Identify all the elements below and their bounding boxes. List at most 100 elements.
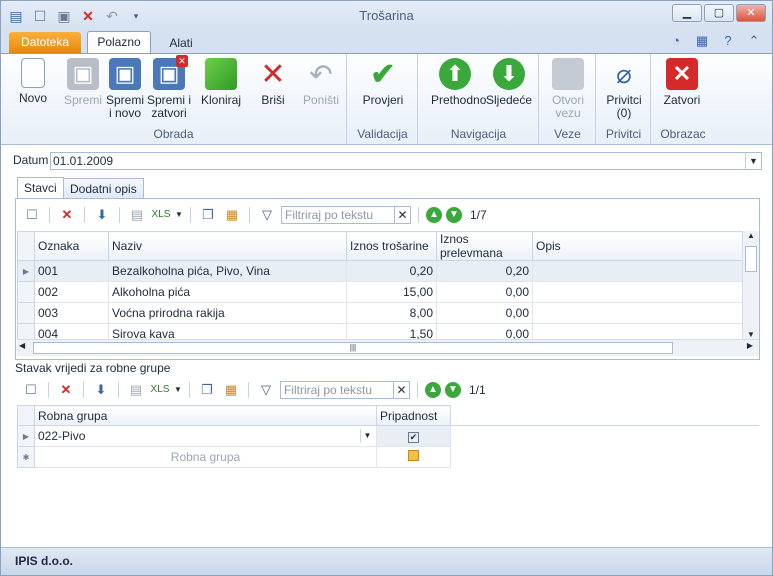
tab-polazno[interactable]: Polazno bbox=[87, 31, 151, 53]
cell-iznos-prelevmana[interactable]: 0,00 bbox=[436, 302, 533, 324]
cell-iznos-trosarine[interactable]: 0,20 bbox=[346, 260, 437, 282]
cell-oznaka[interactable]: 003 bbox=[34, 302, 109, 324]
new-row[interactable]: ✱ Robna grupa bbox=[17, 446, 760, 468]
table-row[interactable]: 002 Alkoholna pića 15,00 0,00 bbox=[17, 281, 743, 303]
scroll-h-thumb[interactable]: ||| bbox=[33, 342, 673, 354]
collapse-ribbon-icon[interactable]: ⌃ bbox=[746, 33, 762, 49]
grid1-horizontal-scrollbar[interactable]: ◀ ||| ▶ bbox=[17, 339, 759, 356]
grid-excel-icon[interactable]: XLS bbox=[150, 380, 170, 400]
cell-iznos-prelevmana[interactable]: 0,00 bbox=[436, 281, 533, 303]
scroll-right-icon[interactable]: ▶ bbox=[747, 341, 753, 350]
grid1-filter-clear-icon[interactable]: ✕ bbox=[394, 207, 410, 223]
cell-opis[interactable] bbox=[532, 302, 743, 324]
grid-copy-icon[interactable]: ❐ bbox=[197, 380, 217, 400]
cell-naziv[interactable]: Voćna prirodna rakija bbox=[108, 302, 347, 324]
robna-grupa-dropdown-icon[interactable]: ▼ bbox=[360, 429, 374, 443]
pripadnost-checkbox[interactable]: ✔ bbox=[408, 432, 419, 443]
spremi-button[interactable]: ▣ Spremi bbox=[61, 58, 105, 107]
close-button[interactable]: ✕ bbox=[736, 4, 766, 22]
cell-oznaka[interactable]: 002 bbox=[34, 281, 109, 303]
col-robna-grupa[interactable]: Robna grupa bbox=[34, 405, 377, 426]
cell-oznaka[interactable]: 001 bbox=[34, 260, 109, 282]
group-label-obrada: Obrada bbox=[153, 127, 194, 141]
col-iznos-prelevmana[interactable]: Iznos prelevmana bbox=[436, 231, 533, 261]
cell-robna-grupa[interactable]: 022-Pivo ▼ bbox=[34, 425, 377, 447]
stavci-panel: ☐ ✕ ⬇ ▤ XLS ▼ ❐ ▦ ▽ Filtriraj po tekstu ✕… bbox=[15, 198, 760, 360]
cell-iznos-trosarine[interactable]: 15,00 bbox=[346, 281, 437, 303]
ponisti-button[interactable]: ↶ Poništi bbox=[299, 58, 343, 107]
new-row-pripadnost[interactable] bbox=[376, 446, 451, 468]
tab-datoteka[interactable]: Datoteka bbox=[9, 32, 81, 53]
new-row-checkbox[interactable] bbox=[408, 450, 419, 461]
scroll-thumb[interactable] bbox=[745, 246, 757, 272]
grid1-prev-icon[interactable]: ▲ bbox=[426, 207, 442, 223]
grid1-vertical-scrollbar[interactable]: ▲ ▼ bbox=[742, 231, 759, 339]
table-row[interactable]: 003 Voćna prirodna rakija 8,00 0,00 bbox=[17, 302, 743, 324]
minimize-button[interactable]: ▁ bbox=[672, 4, 702, 22]
grid-copy-icon[interactable]: ❐ bbox=[198, 205, 218, 225]
datum-input[interactable]: 01.01.2009 ▼ bbox=[50, 152, 762, 170]
grid2-next-icon[interactable]: ▼ bbox=[445, 382, 461, 398]
col-oznaka[interactable]: Oznaka bbox=[34, 231, 109, 261]
zatvori-button[interactable]: ✕ Zatvori bbox=[660, 58, 704, 107]
grid1-next-icon[interactable]: ▼ bbox=[446, 207, 462, 223]
save-disk-icon: ▣ bbox=[67, 58, 99, 90]
maximize-button[interactable]: ▢ bbox=[704, 4, 734, 22]
row-indicator bbox=[17, 302, 35, 324]
row-indicator bbox=[17, 281, 35, 303]
table-row[interactable]: ▶ 001 Bezalkoholna pića, Pivo, Vina 0,20… bbox=[17, 260, 743, 282]
grid2-prev-icon[interactable]: ▲ bbox=[425, 382, 441, 398]
grid-delete-icon[interactable]: ✕ bbox=[57, 205, 77, 225]
grid-paste-icon[interactable]: ▦ bbox=[221, 380, 241, 400]
col-iznos-trosarine[interactable]: Iznos trošarine bbox=[346, 231, 437, 261]
cell-iznos-trosarine[interactable]: 8,00 bbox=[346, 302, 437, 324]
grid-print-icon[interactable]: ▤ bbox=[127, 205, 147, 225]
col-naziv[interactable]: Naziv bbox=[108, 231, 347, 261]
cell-opis[interactable] bbox=[532, 281, 743, 303]
brisi-button[interactable]: ✕ Briši bbox=[251, 58, 295, 107]
chart-icon[interactable]: ◔ bbox=[668, 33, 684, 49]
grid-excel-icon[interactable]: XLS bbox=[151, 205, 171, 225]
col-pripadnost[interactable]: Pripadnost bbox=[376, 405, 451, 426]
tab-stavci[interactable]: Stavci bbox=[17, 177, 64, 199]
tab-alati[interactable]: Alati bbox=[161, 33, 201, 53]
datum-dropdown-icon[interactable]: ▼ bbox=[745, 153, 761, 169]
table-row[interactable]: ▶ 022-Pivo ▼ ✔ bbox=[17, 425, 760, 447]
grid-save-icon[interactable]: ⬇ bbox=[92, 205, 112, 225]
grid-new-icon[interactable]: ☐ bbox=[21, 380, 41, 400]
scroll-left-icon[interactable]: ◀ bbox=[19, 341, 25, 350]
cell-naziv[interactable]: Bezalkoholna pića, Pivo, Vina bbox=[108, 260, 347, 282]
scroll-up-icon[interactable]: ▲ bbox=[743, 231, 759, 240]
grid-new-icon[interactable]: ☐ bbox=[22, 205, 42, 225]
grid2-filter-input[interactable]: Filtriraj po tekstu ✕ bbox=[280, 381, 410, 399]
cell-opis[interactable] bbox=[532, 260, 743, 282]
spremi-i-novo-button[interactable]: ▣ Spremi i novo bbox=[103, 58, 147, 120]
new-row-robna-grupa[interactable]: Robna grupa bbox=[34, 446, 377, 468]
cell-iznos-prelevmana[interactable]: 0,20 bbox=[436, 260, 533, 282]
sljedece-button[interactable]: ⬇ Sljedeće bbox=[485, 58, 533, 107]
scroll-down-icon[interactable]: ▼ bbox=[743, 330, 759, 339]
cell-pripadnost[interactable]: ✔ bbox=[376, 425, 451, 447]
grid2-filter-clear-icon[interactable]: ✕ bbox=[393, 382, 409, 398]
privitci-button[interactable]: ⌀ Privitci (0) bbox=[602, 58, 646, 120]
cell-naziv[interactable]: Alkoholna pića bbox=[108, 281, 347, 303]
grid-print-icon[interactable]: ▤ bbox=[126, 380, 146, 400]
grid-delete-icon[interactable]: ✕ bbox=[56, 380, 76, 400]
help-icon[interactable]: ? bbox=[720, 33, 736, 49]
grid-filter-icon[interactable]: ▽ bbox=[256, 380, 276, 400]
grid-filter-icon[interactable]: ▽ bbox=[257, 205, 277, 225]
grid-paste-icon[interactable]: ▦ bbox=[222, 205, 242, 225]
grid-excel-dropdown-icon[interactable]: ▼ bbox=[174, 380, 182, 400]
otvori-vezu-button[interactable]: Otvori vezu bbox=[546, 58, 590, 120]
spremi-i-zatvori-button[interactable]: ▣ ✕ Spremi i zatvori bbox=[147, 55, 191, 120]
provjeri-button[interactable]: ✔ Provjeri bbox=[361, 58, 405, 107]
novo-button[interactable]: Novo bbox=[11, 58, 55, 105]
kloniraj-button[interactable]: Kloniraj bbox=[199, 58, 243, 107]
col-opis[interactable]: Opis bbox=[532, 231, 743, 261]
tab-dodatni-opis[interactable]: Dodatni opis bbox=[63, 178, 144, 199]
grid-excel-dropdown-icon[interactable]: ▼ bbox=[175, 205, 183, 225]
grid1-filter-input[interactable]: Filtriraj po tekstu ✕ bbox=[281, 206, 411, 224]
grid-save-icon[interactable]: ⬇ bbox=[91, 380, 111, 400]
calculator-icon[interactable]: ▦ bbox=[694, 33, 710, 49]
prethodno-button[interactable]: ⬆ Prethodno bbox=[431, 58, 486, 107]
